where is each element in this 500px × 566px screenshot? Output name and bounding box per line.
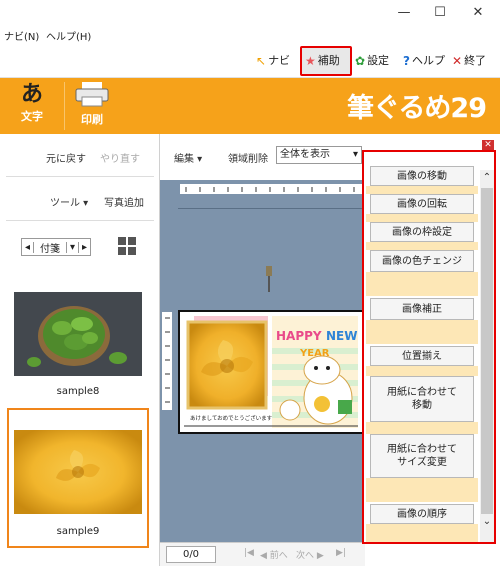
close-button[interactable]: ✕ — [458, 0, 498, 26]
settings-label: 設定 — [367, 54, 390, 67]
fit-resize-button[interactable]: 用紙に合わせて サイズ変更 — [370, 434, 474, 478]
grid-view-icon[interactable] — [118, 237, 136, 255]
title-bar: — ☐ ✕ — [0, 0, 500, 26]
tab-print[interactable]: 印刷 — [62, 80, 122, 132]
scroll-down-icon[interactable]: ⌄ — [480, 516, 494, 527]
next-page-button[interactable]: 次へ ▶ — [296, 548, 324, 561]
navi-label: ナビ — [268, 54, 291, 67]
edit-menu[interactable]: 編集 ▾ — [174, 150, 202, 165]
edit-label: 編集 — [174, 154, 194, 165]
top-ruler — [180, 184, 362, 194]
area-delete-button[interactable]: 領域削除 — [228, 150, 268, 165]
settings-button[interactable]: ✿ 設定 — [355, 50, 389, 72]
guide-line — [178, 208, 364, 209]
hojo-label: 補助 — [317, 54, 340, 67]
left-panel: 元に戻す やり直す ツール ▾ 写真追加 ◂ 付箋 ▾ ▸ sample8 sa… — [0, 134, 160, 566]
redo-button[interactable]: やり直す — [100, 150, 140, 165]
maximize-button[interactable]: ☐ — [420, 0, 460, 26]
assist-panel: 画像の移動 画像の回転 画像の枠設定 画像の色チェンジ 画像補正 位置揃え 用紙… — [362, 150, 496, 544]
printer-icon — [75, 82, 109, 107]
zoom-select[interactable]: 全体を表示 ▾ — [276, 146, 362, 164]
image-order-button[interactable]: 画像の順序 — [370, 504, 474, 524]
tool-menu[interactable]: ツール ▾ — [50, 194, 88, 209]
gear-icon: ✿ — [355, 54, 366, 68]
thumbnail-label: sample8 — [56, 386, 100, 397]
first-page-button[interactable]: |◀ — [244, 548, 254, 558]
panel-spacer — [366, 478, 478, 502]
move-image-button[interactable]: 画像の移動 — [370, 166, 474, 186]
help-button[interactable]: ? ヘルプ — [403, 50, 445, 72]
fit-move-button[interactable]: 用紙に合わせて 移動 — [370, 376, 474, 422]
panel-spacer — [366, 272, 478, 296]
thumbnail-sample8[interactable] — [14, 292, 142, 376]
x-icon: ✕ — [452, 54, 463, 68]
image-correction-button[interactable]: 画像補正 — [370, 298, 474, 320]
menu-bar: ナビ(N) ヘルプ(H) — [0, 26, 500, 44]
pager-label: 付箋 — [40, 243, 60, 255]
undo-button[interactable]: 元に戻す — [46, 150, 86, 165]
chevron-down-icon: ▾ — [352, 149, 358, 160]
rotate-image-button[interactable]: 画像の回転 — [370, 194, 474, 214]
canvas-area[interactable]: HAPPY NEW YEAR あけましておめでとうございます — [160, 180, 365, 542]
pager-next-icon[interactable]: ▸ — [78, 241, 90, 253]
question-icon: ? — [403, 54, 410, 68]
frame-settings-button[interactable]: 画像の枠設定 — [370, 222, 474, 242]
moji-icon: あ — [20, 81, 43, 107]
menu-navi[interactable]: ナビ(N) — [4, 28, 39, 43]
exit-label: 終了 — [464, 54, 487, 67]
tab-print-label: 印刷 — [81, 113, 103, 126]
help-label: ヘルプ — [411, 54, 445, 67]
edit-toolbar: 編集 ▾ 領域削除 全体を表示 ▾ — [160, 134, 365, 180]
pager-prev-icon[interactable]: ◂ — [22, 241, 34, 253]
last-page-button[interactable]: ▶| — [336, 548, 346, 558]
handle-stem — [268, 276, 270, 292]
panel-spacer — [366, 242, 478, 250]
cursor-icon: ↖ — [256, 54, 267, 68]
align-position-button[interactable]: 位置揃え — [370, 346, 474, 366]
card-year-text: YEAR — [299, 348, 330, 359]
menu-help[interactable]: ヘルプ(H) — [46, 28, 91, 43]
left-ruler — [162, 312, 172, 410]
card-message: あけましておめでとうございます — [190, 414, 273, 422]
panel-spacer — [366, 186, 478, 194]
panel-spacer — [366, 214, 478, 222]
thumbnail-sample9[interactable] — [14, 430, 142, 514]
scroll-up-icon[interactable]: ⌃ — [480, 172, 494, 183]
rotate-handle[interactable] — [266, 266, 272, 276]
mode-banner: あ 文字 印刷 筆ぐるめ29 — [0, 78, 500, 134]
card-happy-text: HAPPY — [276, 329, 322, 343]
prev-page-button[interactable]: ◀ 前へ — [260, 548, 288, 561]
divider — [6, 176, 154, 177]
zoom-value: 全体を表示 — [280, 149, 330, 160]
postcard[interactable]: HAPPY NEW YEAR あけましておめでとうございます — [178, 310, 364, 434]
page-number-field[interactable]: 0/0 — [166, 546, 216, 563]
divider — [6, 220, 154, 221]
panel-spacer — [366, 524, 478, 542]
panel-spacer — [366, 366, 478, 376]
card-new-text: NEW — [326, 329, 357, 343]
brand-logo: 筆ぐるめ29 — [346, 93, 487, 124]
pager-dropdown-icon[interactable]: ▾ — [66, 241, 78, 253]
tab-moji-label: 文字 — [21, 110, 43, 123]
add-photo-button[interactable]: 写真追加 — [104, 194, 144, 209]
navi-button[interactable]: ↖ ナビ — [256, 50, 290, 72]
page-navigation: 0/0 |◀ ◀ 前へ 次へ ▶ ▶| — [160, 542, 365, 566]
panel-spacer — [366, 422, 478, 434]
category-pager: ◂ 付箋 ▾ ▸ — [21, 238, 91, 256]
postcard-artwork: HAPPY NEW YEAR あけましておめでとうございます — [180, 312, 362, 432]
scrollbar-thumb[interactable] — [481, 188, 493, 514]
star-icon: ★ — [305, 54, 316, 68]
panel-spacer — [366, 320, 478, 344]
tool-label: ツール — [50, 198, 80, 209]
color-change-button[interactable]: 画像の色チェンジ — [370, 250, 474, 272]
top-toolbar: ↖ ナビ ★ 補助 ✿ 設定 ? ヘルプ ✕ 終了 — [0, 44, 500, 78]
thumbnail-label: sample9 — [56, 526, 100, 537]
minimize-button[interactable]: — — [384, 0, 424, 26]
tab-moji[interactable]: あ 文字 — [2, 80, 62, 132]
exit-button[interactable]: ✕ 終了 — [452, 50, 486, 72]
hojo-button[interactable]: ★ 補助 — [305, 50, 340, 72]
